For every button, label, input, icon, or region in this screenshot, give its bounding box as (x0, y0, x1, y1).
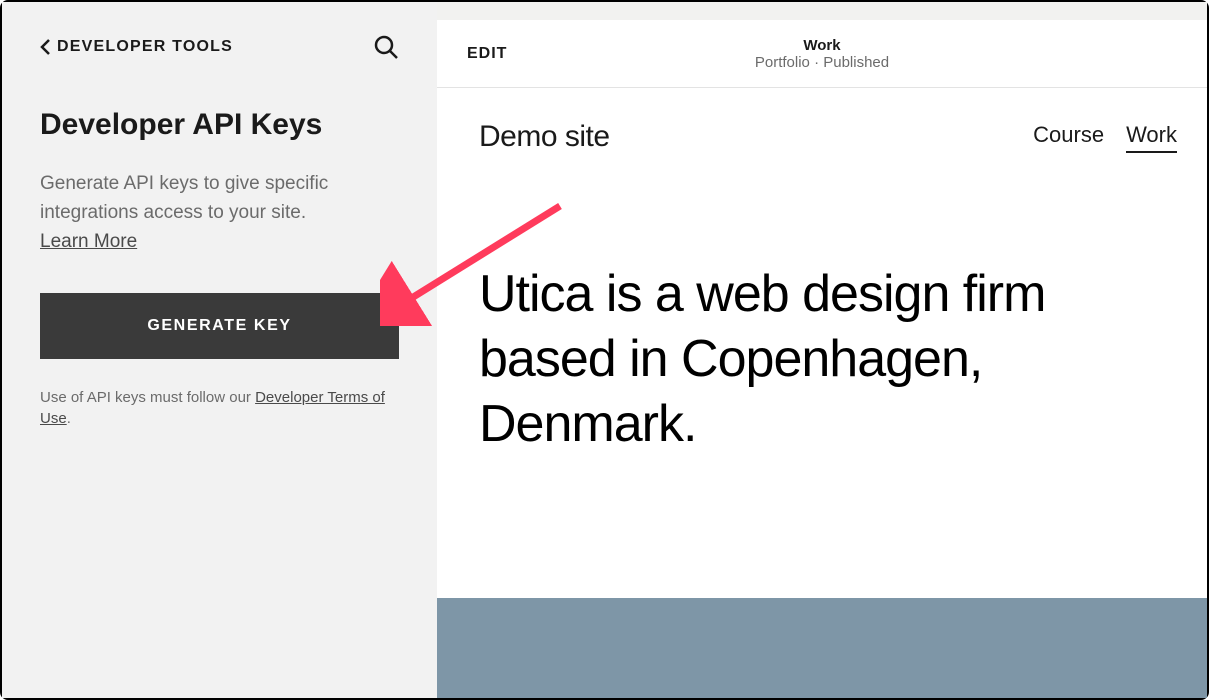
site-title: Demo site (479, 120, 610, 154)
edit-button[interactable]: EDIT (467, 45, 507, 63)
back-label: DEVELOPER TOOLS (57, 38, 233, 56)
page-status: Portfolio · Published (755, 54, 889, 71)
hero-image-band (437, 598, 1207, 698)
hero-text: Utica is a web design firm based in Cope… (479, 262, 1177, 457)
panel-description: Generate API keys to give specific integ… (40, 170, 399, 227)
chevron-left-icon (40, 38, 51, 56)
search-icon[interactable] (373, 34, 399, 60)
panel-title: Developer API Keys (40, 108, 399, 142)
learn-more-link[interactable]: Learn More (40, 231, 399, 253)
site-nav: Demo site Course Work (437, 88, 1207, 172)
nav-link-course[interactable]: Course (1033, 122, 1104, 153)
terms-text: Use of API keys must follow our Develope… (40, 387, 399, 429)
nav-link-work[interactable]: Work (1126, 122, 1177, 153)
generate-key-button[interactable]: GENERATE KEY (40, 293, 399, 359)
sidebar-header: DEVELOPER TOOLS (40, 34, 399, 60)
settings-sidebar: DEVELOPER TOOLS Developer API Keys Gener… (2, 2, 437, 698)
preview-toolbar: EDIT Work Portfolio · Published (437, 20, 1207, 88)
terms-prefix: Use of API keys must follow our (40, 389, 255, 406)
page-meta: Work Portfolio · Published (755, 37, 889, 71)
preview-top-strip (437, 2, 1207, 20)
site-preview: EDIT Work Portfolio · Published Demo sit… (437, 2, 1207, 698)
hero-section: Utica is a web design firm based in Cope… (437, 172, 1207, 497)
page-name: Work (755, 37, 889, 54)
terms-suffix: . (67, 410, 71, 427)
back-link[interactable]: DEVELOPER TOOLS (40, 38, 233, 56)
nav-links: Course Work (1033, 122, 1177, 153)
